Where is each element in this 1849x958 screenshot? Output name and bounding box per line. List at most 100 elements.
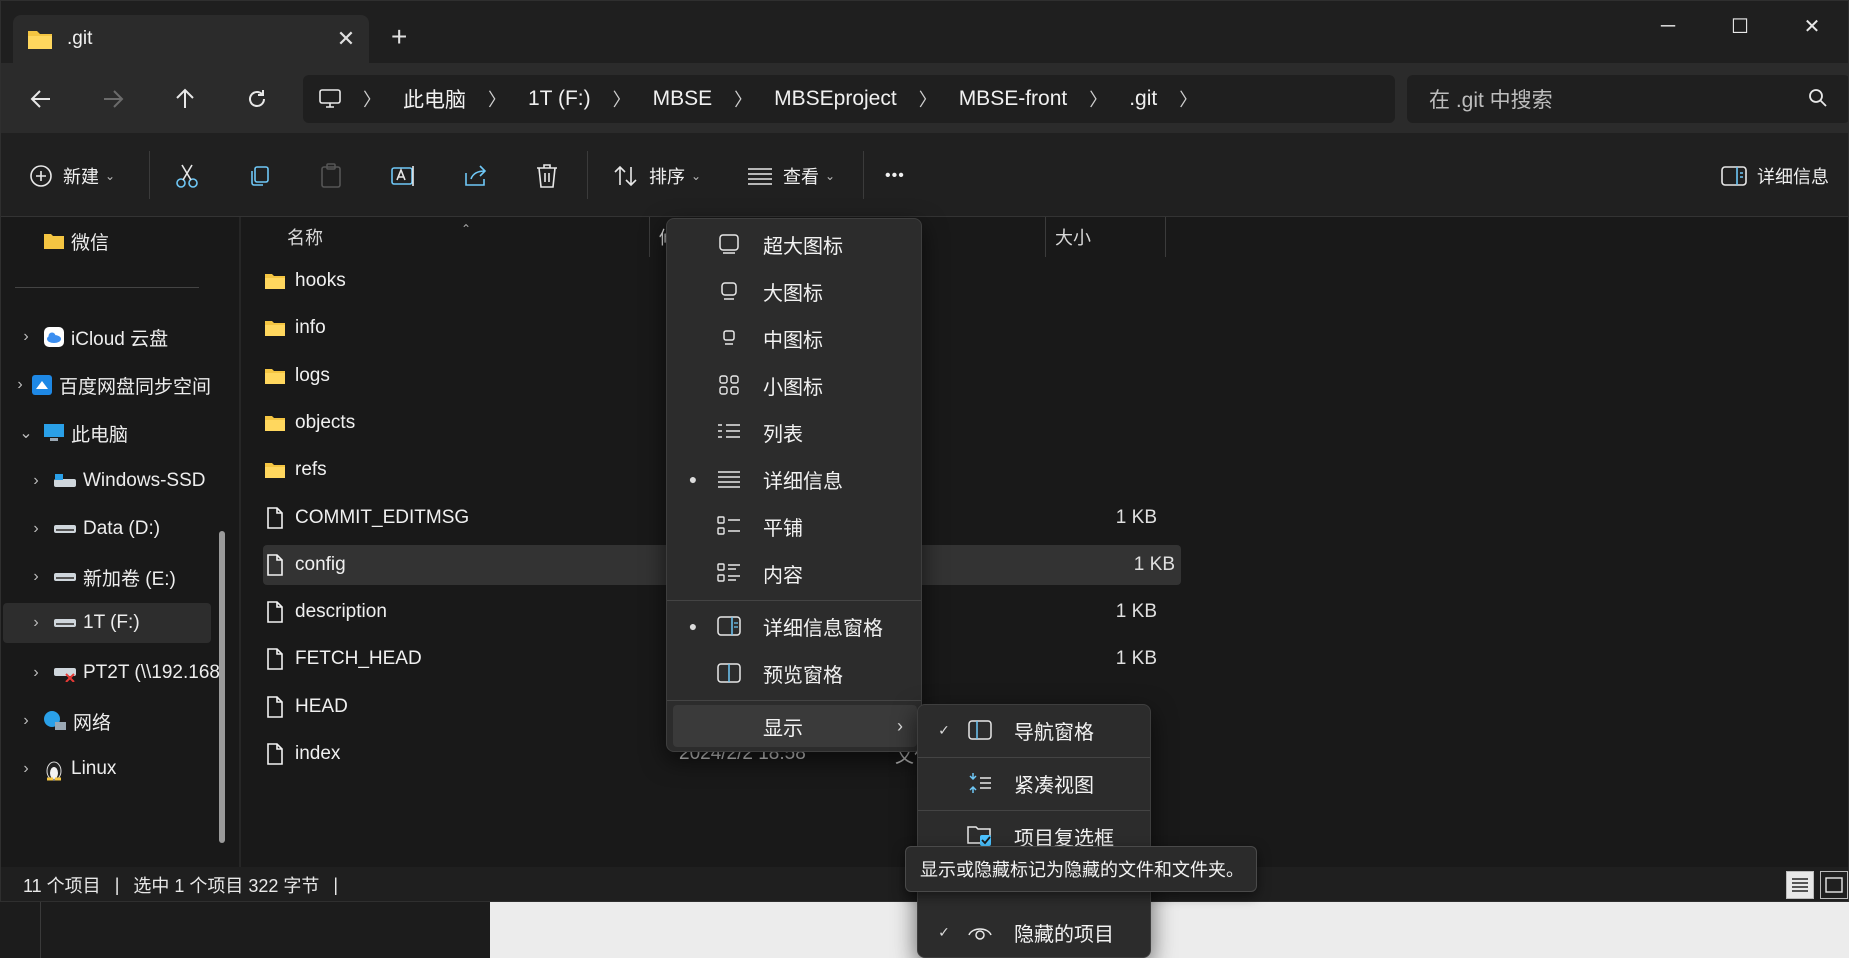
copy-button[interactable] (247, 159, 271, 193)
close-window-button[interactable]: ✕ (1776, 1, 1848, 51)
menu-item-tiles[interactable]: 平铺 (673, 505, 917, 547)
menu-item-compact-view[interactable]: 紧凑视图 (924, 762, 1146, 804)
menu-item-medium-icons[interactable]: 中图标 (673, 317, 917, 359)
menu-item-extra-large-icons[interactable]: 超大图标 (673, 223, 917, 265)
column-divider[interactable] (1165, 217, 1166, 257)
menu-item-navigation-pane[interactable]: ✓ 导航窗格 (924, 709, 1146, 751)
paste-button[interactable] (319, 159, 343, 193)
status-separator: | (333, 874, 339, 895)
sidebar-item-pt2t[interactable]: › PT2T (\\192.168 (11, 653, 221, 693)
command-bar: 新建 ⌄ 排序 ⌄ 查看 ⌄ ••• 详细信息 (1, 133, 1848, 217)
delete-button[interactable] (535, 159, 559, 193)
menu-item-details[interactable]: ● 详细信息 (673, 458, 917, 500)
share-button[interactable] (463, 159, 489, 193)
rename-icon (391, 166, 414, 186)
chevron-right-icon[interactable]: 〉 (1179, 86, 1197, 112)
up-button[interactable] (165, 81, 205, 117)
tab-git[interactable]: .git ✕ (13, 15, 369, 63)
sort-button[interactable]: 排序 ⌄ (613, 159, 701, 193)
pane-splitter[interactable] (239, 217, 241, 867)
sidebar-item-windows-ssd[interactable]: › Windows-SSD (11, 461, 221, 501)
sidebar-item-1t-f[interactable]: › 1T (F:) (3, 603, 211, 643)
new-tab-button[interactable]: + (391, 21, 407, 53)
view-button[interactable]: 查看 ⌄ (747, 159, 835, 193)
chevron-right-icon[interactable]: › (15, 328, 37, 346)
sidebar-item-this-pc[interactable]: ⌄ 此电脑 (1, 413, 211, 453)
forward-button[interactable] (93, 81, 133, 117)
column-divider[interactable] (649, 217, 650, 257)
sidebar-item-label: 此电脑 (71, 424, 129, 446)
chevron-down-icon[interactable]: ⌄ (15, 423, 37, 443)
crumb-this-pc[interactable]: 此电脑 (403, 84, 466, 114)
chevron-right-icon[interactable]: › (25, 568, 47, 586)
chevron-right-icon[interactable]: › (25, 664, 47, 682)
details-view-icon (713, 470, 745, 488)
menu-item-show[interactable]: 显示 › (673, 705, 917, 747)
file-icon (263, 648, 287, 671)
sidebar-item-linux[interactable]: › Linux (1, 749, 211, 789)
selection-info: 选中 1 个项目 322 字节 (133, 876, 320, 896)
chevron-right-icon[interactable]: › (15, 712, 37, 730)
plus-circle-icon (30, 165, 52, 187)
sidebar-item-wechat[interactable]: 微信 (1, 221, 211, 261)
file-name: COMMIT_EDITMSG (295, 506, 470, 528)
sidebar-item-baidu-netdisk[interactable]: › 百度网盘同步空间 (1, 365, 211, 405)
column-header-name[interactable]: 名称 (287, 217, 323, 257)
crumb-drive-f[interactable]: 1T (F:) (528, 87, 591, 111)
menu-item-small-icons[interactable]: 小图标 (673, 364, 917, 406)
crumb-git[interactable]: .git (1129, 87, 1157, 111)
crumb-mbse[interactable]: MBSE (653, 87, 713, 111)
selected-dot-icon: ● (688, 471, 698, 487)
preview-pane-icon (713, 663, 745, 683)
chevron-right-icon[interactable]: › (25, 614, 47, 632)
sidebar-item-new-volume-e[interactable]: › 新加卷 (E:) (11, 557, 221, 597)
sidebar-item-network[interactable]: › 网络 (1, 701, 211, 741)
rename-button[interactable] (391, 159, 417, 193)
sidebar-item-icloud[interactable]: › iCloud 云盘 (1, 317, 211, 357)
file-size: 1 KB (1115, 648, 1157, 670)
menu-item-preview-pane[interactable]: 预览窗格 (673, 652, 917, 694)
details-pane-button[interactable]: 详细信息 (1721, 159, 1829, 193)
sidebar-item-label: Windows-SSD (83, 470, 206, 491)
more-options-button[interactable]: ••• (885, 159, 905, 193)
chevron-down-icon: ⌄ (105, 169, 116, 183)
details-view-button[interactable] (1786, 871, 1814, 899)
drive-icon (53, 473, 77, 489)
minimize-button[interactable]: ─ (1632, 1, 1704, 51)
chevron-right-icon[interactable]: › (15, 760, 37, 778)
file-size: 1 KB (1115, 506, 1157, 528)
cut-button[interactable] (175, 159, 199, 193)
file-name: config (295, 553, 346, 575)
menu-item-content[interactable]: 内容 (673, 552, 917, 594)
sidebar-item-label: 微信 (71, 232, 110, 254)
search-input[interactable]: 在 .git 中搜索 (1407, 75, 1848, 123)
chevron-right-icon[interactable]: › (15, 376, 25, 394)
sidebar-item-data-d[interactable]: › Data (D:) (11, 509, 221, 549)
chevron-right-icon[interactable]: › (25, 520, 47, 538)
refresh-button[interactable] (237, 81, 277, 117)
menu-item-details-pane[interactable]: ● 详细信息窗格 (673, 605, 917, 647)
up-arrow-icon (176, 88, 194, 108)
menu-item-label: 小图标 (763, 376, 823, 399)
new-button[interactable]: 新建 ⌄ (29, 159, 115, 193)
column-divider[interactable] (1045, 217, 1046, 257)
menu-item-large-icons[interactable]: 大图标 (673, 270, 917, 312)
menu-separator (667, 600, 921, 601)
column-header-size[interactable]: 大小 (1055, 217, 1091, 257)
menu-item-hidden-items[interactable]: ✓ 隐藏的项目 (924, 911, 1146, 953)
crumb-mbseproject[interactable]: MBSEproject (774, 87, 897, 111)
maximize-button[interactable]: ☐ (1704, 1, 1776, 51)
crumb-mbse-front[interactable]: MBSE-front (959, 87, 1068, 111)
back-button[interactable] (21, 81, 61, 117)
close-tab-icon[interactable]: ✕ (323, 26, 369, 52)
menu-item-label: 详细信息 (763, 470, 843, 493)
details-pane-icon (713, 616, 745, 636)
monitor-icon (319, 89, 341, 108)
tiles-view-button[interactable] (1820, 871, 1848, 899)
menu-item-list[interactable]: 列表 (673, 411, 917, 453)
menu-item-label: 平铺 (763, 517, 803, 540)
details-view-icon (1792, 878, 1808, 892)
sidebar-scrollbar[interactable] (219, 531, 225, 843)
chevron-right-icon[interactable]: › (25, 472, 47, 490)
breadcrumb[interactable]: 〉 此电脑 〉 1T (F:) 〉 MBSE 〉 MBSEproject 〉 M… (303, 75, 1395, 123)
